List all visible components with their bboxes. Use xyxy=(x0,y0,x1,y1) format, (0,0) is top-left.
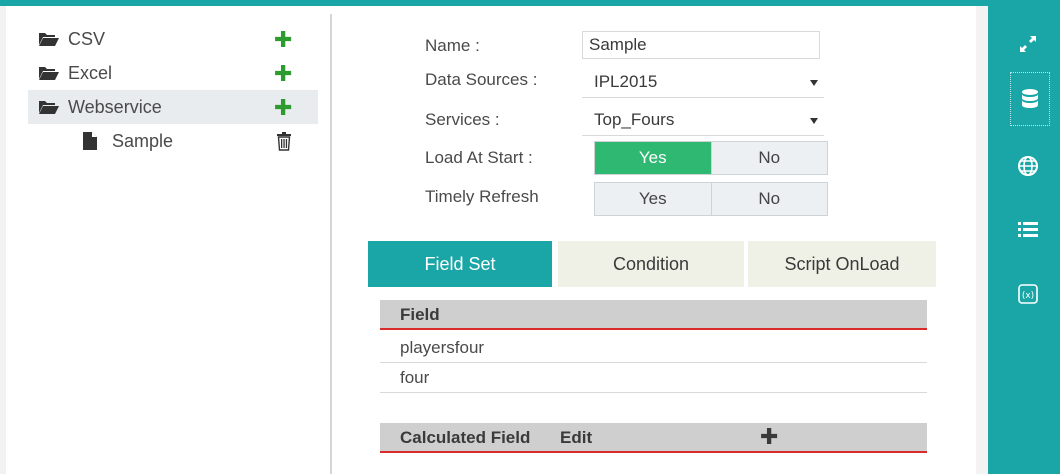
top-accent-bar xyxy=(0,0,1060,6)
panel-divider xyxy=(330,14,332,474)
tree-item-webservice[interactable]: Webservice ✚ xyxy=(28,90,318,124)
load-no-option[interactable]: No xyxy=(710,142,827,174)
load-at-start-label: Load At Start : xyxy=(425,148,533,167)
chevron-down-icon xyxy=(810,118,818,124)
svg-text:(x): (x) xyxy=(1022,291,1034,301)
calculated-edit-button[interactable]: Edit xyxy=(560,428,592,448)
plus-icon[interactable]: ✚ xyxy=(274,27,292,53)
database-icon[interactable] xyxy=(1010,72,1050,126)
folder-open-icon xyxy=(38,31,60,47)
table-row[interactable]: four xyxy=(380,364,927,393)
tree-item-label: Webservice xyxy=(68,97,162,117)
add-calculated-field-icon[interactable]: ✚ xyxy=(760,424,778,450)
left-gutter xyxy=(0,6,6,474)
load-yes-option[interactable]: Yes xyxy=(595,142,711,174)
name-label: Name : xyxy=(425,36,480,55)
field-name: playersfour xyxy=(400,338,485,357)
field-name: four xyxy=(400,368,430,387)
list-icon[interactable] xyxy=(1010,214,1046,246)
chevron-down-icon xyxy=(810,80,818,86)
refresh-no-option[interactable]: No xyxy=(710,183,827,215)
folder-open-icon xyxy=(38,99,60,115)
datasource-value: IPL2015 xyxy=(594,72,658,91)
name-input[interactable] xyxy=(582,31,820,59)
services-select[interactable]: Top_Fours xyxy=(582,106,824,136)
tree-item-label: Sample xyxy=(112,131,174,151)
plus-icon[interactable]: ✚ xyxy=(274,95,292,121)
datasource-tree: CSV ✚ Excel ✚ Webservice ✚ Sample xyxy=(28,22,318,158)
services-value: Top_Fours xyxy=(594,110,675,129)
tab-field-set[interactable]: Field Set xyxy=(368,241,552,287)
refresh-yes-option[interactable]: Yes xyxy=(595,183,711,215)
tab-condition[interactable]: Condition xyxy=(558,241,744,287)
tree-item-label: Excel xyxy=(68,63,113,83)
tab-script-onload[interactable]: Script OnLoad xyxy=(748,241,936,287)
datasource-select[interactable]: IPL2015 xyxy=(582,68,824,98)
variable-icon[interactable]: (x) xyxy=(1010,278,1046,310)
tree-item-sample[interactable]: Sample xyxy=(28,124,318,158)
services-label: Services : xyxy=(425,110,500,129)
globe-icon[interactable] xyxy=(1010,150,1046,182)
table-row[interactable]: playersfour xyxy=(380,334,927,363)
field-column-header: Field xyxy=(380,300,927,330)
plus-icon[interactable]: ✚ xyxy=(274,61,292,87)
right-gutter xyxy=(976,6,988,474)
field-header-label: Field xyxy=(400,305,440,324)
calculated-field-header: Calculated Field Edit ✚ xyxy=(380,423,927,453)
tree-item-excel[interactable]: Excel ✚ xyxy=(28,56,318,90)
timely-refresh-label: Timely Refresh xyxy=(425,187,539,206)
tree-item-label: CSV xyxy=(68,29,106,49)
expand-icon[interactable] xyxy=(1010,28,1046,60)
file-icon xyxy=(82,131,98,151)
folder-open-icon xyxy=(38,65,60,81)
trash-icon[interactable] xyxy=(276,131,292,151)
calculated-field-label: Calculated Field xyxy=(400,428,531,447)
datasource-label: Data Sources : xyxy=(425,70,538,89)
tree-item-csv[interactable]: CSV ✚ xyxy=(28,22,318,56)
timely-refresh-toggle: Yes No xyxy=(594,182,828,216)
load-at-start-toggle: Yes No xyxy=(594,141,828,175)
